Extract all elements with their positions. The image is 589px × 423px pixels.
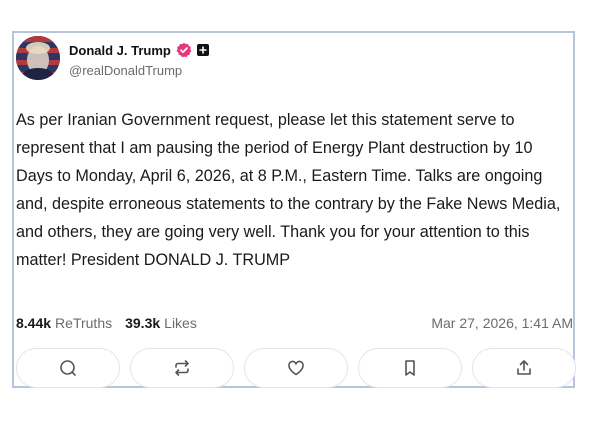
post-header: Donald J. Trump @realDonaldTrump [14,33,573,93]
retruths-count: 8.44k [16,315,52,331]
bookmark-icon [405,360,415,376]
share-icon [517,360,531,375]
plus-badge-icon [196,44,209,56]
reply-icon [60,360,76,376]
like-icon [288,360,304,376]
retruth-icon [175,360,189,376]
share-button[interactable] [472,348,576,388]
retruths-stat[interactable]: 8.44k ReTruths [16,315,112,331]
post-stats: 8.44k ReTruths 39.3k Likes Mar 27, 2026,… [16,314,573,332]
reply-button[interactable] [16,348,120,388]
retruths-label: ReTruths [55,315,113,331]
post-text: As per Iranian Government request, pleas… [16,111,561,269]
post-timestamp[interactable]: Mar 27, 2026, 1:41 AM [431,315,573,331]
bookmark-button[interactable] [358,348,462,388]
author-handle[interactable]: @realDonaldTrump [69,63,182,78]
author-avatar[interactable] [16,36,60,80]
retruth-button[interactable] [130,348,234,388]
author-name[interactable]: Donald J. Trump [69,43,171,58]
action-bar [16,348,576,390]
likes-count: 39.3k [125,315,161,331]
like-button[interactable] [244,348,348,388]
avatar-image [16,36,60,80]
likes-label: Likes [164,315,197,331]
post-card: Donald J. Trump @realDonaldTrump As per … [12,31,576,390]
verified-badge-icon [176,42,192,58]
likes-stat[interactable]: 39.3k Likes [125,315,197,331]
